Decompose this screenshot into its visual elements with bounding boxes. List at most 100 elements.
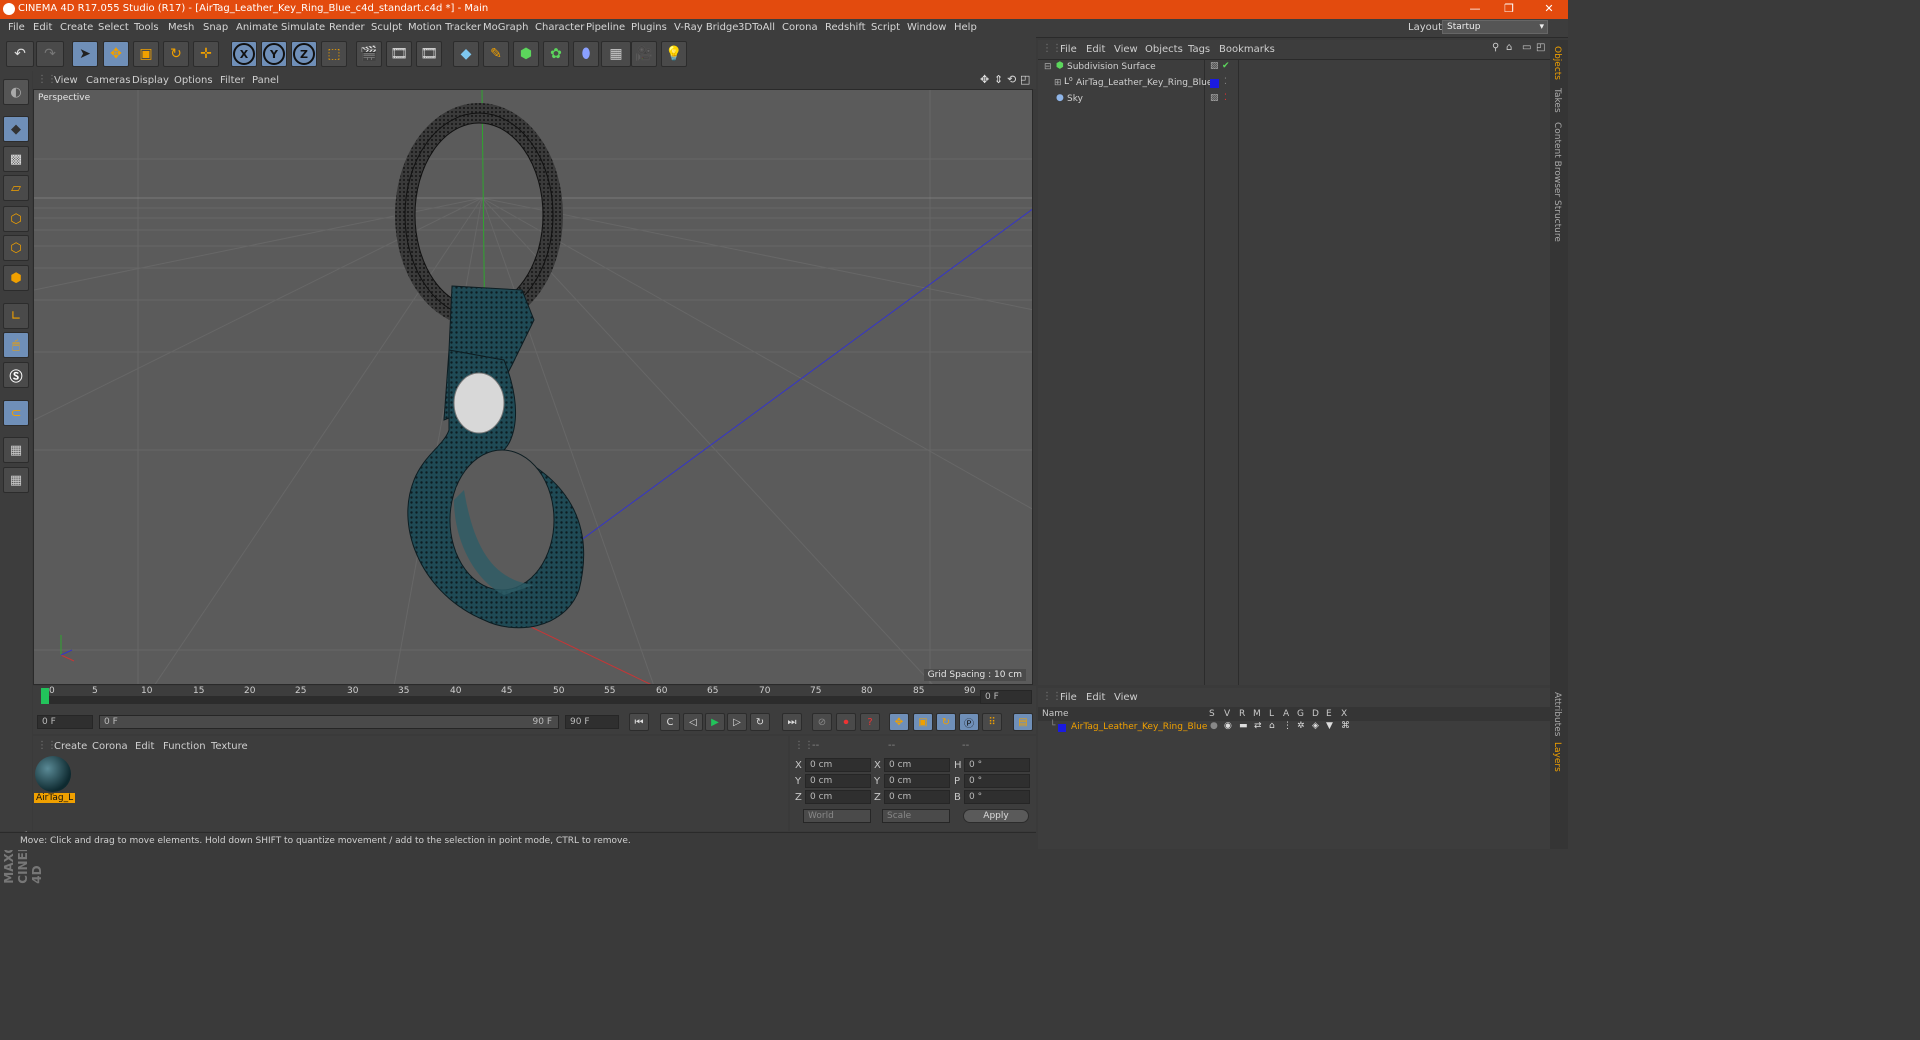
undo-button[interactable]: ↶	[6, 41, 34, 67]
size-mode-select[interactable]: Scale	[882, 809, 950, 823]
previous-key-button[interactable]: C	[660, 713, 680, 731]
cube-primitive-button[interactable]: ◆	[453, 41, 479, 67]
material-name[interactable]: AirTag_L	[34, 793, 76, 803]
layer-name[interactable]: AirTag_Leather_Key_Ring_Blue	[1071, 722, 1207, 732]
menu-file[interactable]: File	[8, 22, 25, 33]
deformer-icon[interactable]: ◈	[1312, 721, 1319, 731]
go-to-end-button[interactable]: ⏭	[782, 713, 802, 731]
material-menu-texture[interactable]: Texture	[211, 741, 248, 752]
material-thumbnail[interactable]	[35, 756, 71, 792]
next-key-button[interactable]: ↻	[750, 713, 770, 731]
key-scale-button[interactable]: ▣	[913, 713, 933, 731]
material-menu-create[interactable]: Create	[54, 741, 87, 752]
menu-vray-bridge[interactable]: V-Ray Bridge	[674, 22, 738, 33]
autokey-button[interactable]: ⏺	[836, 713, 856, 731]
menu-pipeline[interactable]: Pipeline	[586, 22, 625, 33]
snap-button[interactable]: Ⓢ	[3, 362, 29, 388]
objects-menu-tags[interactable]: Tags	[1188, 44, 1210, 55]
viewport-menu-display[interactable]: Display	[132, 75, 169, 86]
layers-menu-file[interactable]: File	[1060, 692, 1077, 703]
manager-icon[interactable]: ⇄	[1254, 721, 1262, 731]
coordinate-space-select[interactable]: World	[803, 809, 871, 823]
tab-takes[interactable]: Takes	[1552, 88, 1562, 113]
tab-layers[interactable]: Layers	[1552, 742, 1562, 772]
expand-icon[interactable]: ⊞	[1054, 78, 1062, 88]
deformer-button[interactable]: ⬮	[573, 41, 599, 67]
live-selection-button[interactable]: ➤	[72, 41, 98, 67]
magnet-button[interactable]: ⊂	[3, 400, 29, 426]
timeline-window-button[interactable]: ▤	[1013, 713, 1033, 731]
key-parameter-button[interactable]: Ⓟ	[959, 713, 979, 731]
menu-sculpt[interactable]: Sculpt	[371, 22, 402, 33]
viewport-menu-panel[interactable]: Panel	[252, 75, 279, 86]
menu-edit[interactable]: Edit	[33, 22, 52, 33]
home-icon[interactable]: ⌂	[1506, 42, 1512, 53]
pen-spline-button[interactable]: ✎	[483, 41, 509, 67]
collapse-icon[interactable]: ⊟	[1044, 62, 1052, 72]
menu-3dtoall[interactable]: 3DToAll	[738, 22, 775, 33]
object-row-subdivision[interactable]: ⊟ ⬢ Subdivision Surface ▨ ✔	[1044, 61, 1544, 77]
render-picture-viewer-button[interactable]: 🎞	[386, 41, 412, 67]
rotation-h-field[interactable]: 0 °	[964, 758, 1030, 772]
close-button[interactable]: ✕	[1534, 2, 1564, 15]
x-axis-button[interactable]: X	[231, 41, 257, 67]
subdivision-button[interactable]: ⬢	[513, 41, 539, 67]
recent-tools-button[interactable]: ✛	[193, 41, 219, 67]
next-frame-button[interactable]: ▷	[727, 713, 747, 731]
menu-plugins[interactable]: Plugins	[631, 22, 667, 33]
position-y-field[interactable]: 0 cm	[805, 774, 871, 788]
tweak-mode-button[interactable]: 🖱	[3, 332, 29, 358]
light-button[interactable]: 💡	[661, 41, 687, 67]
animation-icon[interactable]: ⋮	[1283, 721, 1292, 731]
layer-color-swatch[interactable]	[1058, 724, 1066, 732]
objects-menu-file[interactable]: File	[1060, 44, 1077, 55]
size-x-field[interactable]: 0 cm	[884, 758, 950, 772]
model-mode-button[interactable]: ◆	[3, 116, 29, 142]
objects-menu-objects[interactable]: Objects	[1145, 44, 1183, 55]
size-z-field[interactable]: 0 cm	[884, 790, 950, 804]
menu-mograph[interactable]: MoGraph	[483, 22, 528, 33]
new-window-icon[interactable]: ▭	[1522, 42, 1531, 53]
menu-render[interactable]: Render	[329, 22, 365, 33]
minimize-button[interactable]: —	[1460, 2, 1490, 15]
menu-snap[interactable]: Snap	[203, 22, 228, 33]
menu-mesh[interactable]: Mesh	[168, 22, 194, 33]
position-z-field[interactable]: 0 cm	[805, 790, 871, 804]
apply-button[interactable]: Apply	[963, 809, 1029, 823]
search-icon[interactable]: ⚲	[1492, 42, 1499, 53]
menu-create[interactable]: Create	[60, 22, 93, 33]
workplane-mode-button[interactable]: ▱	[3, 175, 29, 201]
layers-menu-edit[interactable]: Edit	[1086, 692, 1105, 703]
points-mode-button[interactable]: ⬡	[3, 206, 29, 232]
rotation-p-field[interactable]: 0 °	[964, 774, 1030, 788]
floor-scene-button[interactable]: ▦	[601, 41, 631, 67]
start-frame-field[interactable]: 0 F	[37, 715, 93, 729]
menu-redshift[interactable]: Redshift	[825, 22, 866, 33]
record-keys-button[interactable]: ⊘	[812, 713, 832, 731]
viewport-menu-view[interactable]: View	[54, 75, 78, 86]
menu-tools[interactable]: Tools	[134, 22, 159, 33]
material-menu-edit[interactable]: Edit	[135, 741, 154, 752]
previous-frame-button[interactable]: ◁	[683, 713, 703, 731]
menu-simulate[interactable]: Simulate	[281, 22, 325, 33]
redo-button[interactable]: ↷	[36, 41, 64, 67]
texture-mode-button[interactable]: ▩	[3, 146, 29, 172]
render-clapper-icon[interactable]: ▬	[1239, 721, 1248, 731]
render-view-button[interactable]: 🎬	[356, 41, 382, 67]
move-tool-button[interactable]: ✥	[103, 41, 129, 67]
visibility-dots-icon[interactable]: ⁚	[1224, 77, 1227, 87]
timeline-ruler[interactable]: 0 5 10 15 20 25 30 35 40 45 50 55 60 65 …	[33, 686, 1036, 710]
viewport-rotate-icon[interactable]: ⟲	[1007, 73, 1016, 86]
size-y-field[interactable]: 0 cm	[884, 774, 950, 788]
menu-window[interactable]: Window	[907, 22, 946, 33]
objects-menu-view[interactable]: View	[1114, 44, 1138, 55]
end-frame-field[interactable]: 90 F	[565, 715, 619, 729]
menu-corona[interactable]: Corona	[782, 22, 818, 33]
generator-icon[interactable]: ✲	[1297, 721, 1305, 731]
menu-motion-tracker[interactable]: Motion Tracker	[408, 22, 481, 33]
viewport-menu-cameras[interactable]: Cameras	[86, 75, 130, 86]
go-to-start-button[interactable]: ⏮	[629, 713, 649, 731]
tab-structure[interactable]: Structure	[1552, 200, 1562, 242]
axis-mode-button[interactable]: ∟	[3, 303, 29, 329]
solo-toggle-icon[interactable]: ●	[1210, 721, 1218, 731]
